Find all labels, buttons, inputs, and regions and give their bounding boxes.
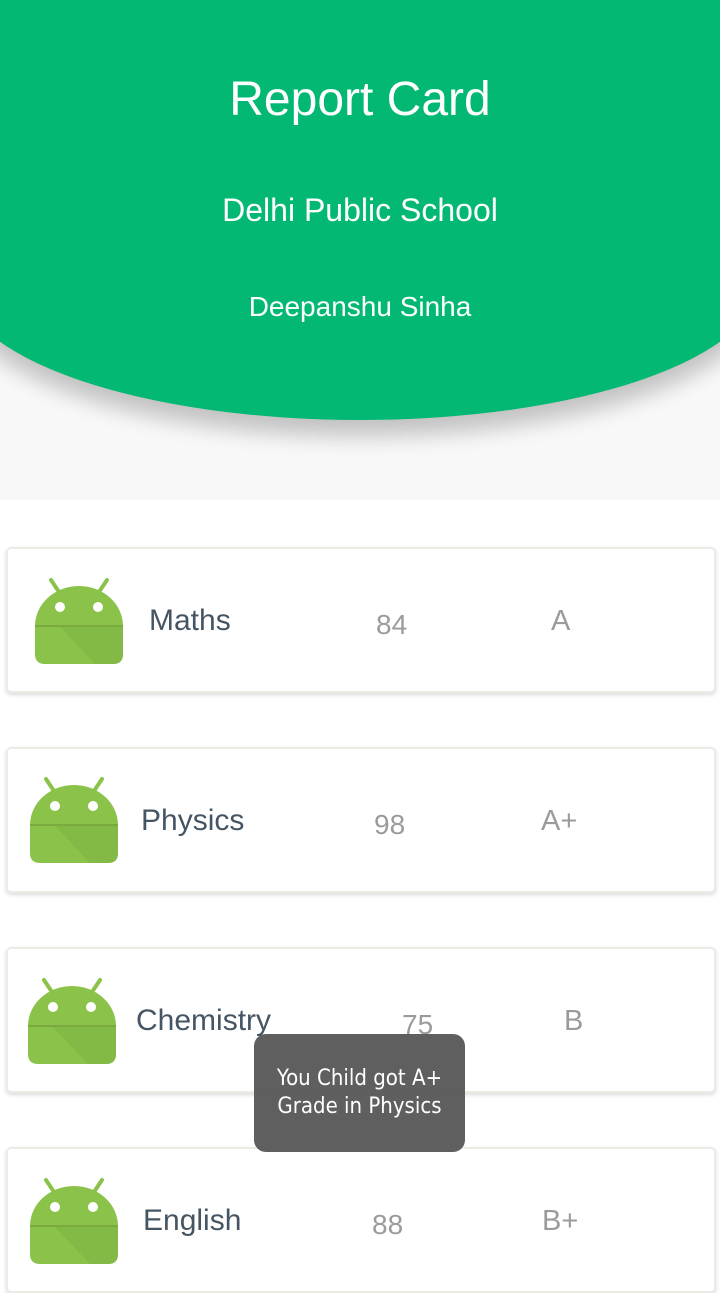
header: Report Card Delhi Public School Deepansh… (0, 0, 720, 500)
subject-card-english[interactable]: English 88 B+ (6, 1147, 716, 1293)
toast-message: You Child got A+ Grade in Physics (254, 1034, 465, 1152)
subject-name: Maths (149, 604, 231, 637)
page-title: Report Card (229, 73, 491, 126)
subject-grade: A+ (541, 805, 578, 837)
subject-name: English (143, 1204, 242, 1237)
subject-grade: A (551, 605, 571, 637)
subject-marks: 88 (372, 1209, 404, 1240)
subject-name: Physics (141, 804, 245, 837)
subject-card-physics[interactable]: Physics 98 A+ (6, 747, 716, 893)
android-icon (28, 773, 120, 865)
subject-card-maths[interactable]: Maths 84 A (6, 547, 716, 693)
subject-grade: B (564, 1005, 584, 1037)
subject-marks: 98 (374, 809, 406, 840)
school-name: Delhi Public School (222, 192, 498, 228)
subject-grade: B+ (542, 1205, 579, 1237)
android-icon (28, 1174, 120, 1266)
android-icon (26, 974, 118, 1066)
android-icon (33, 574, 125, 666)
subject-marks: 84 (376, 609, 408, 640)
subject-name: Chemistry (136, 1004, 272, 1037)
student-name: Deepanshu Sinha (248, 291, 472, 322)
